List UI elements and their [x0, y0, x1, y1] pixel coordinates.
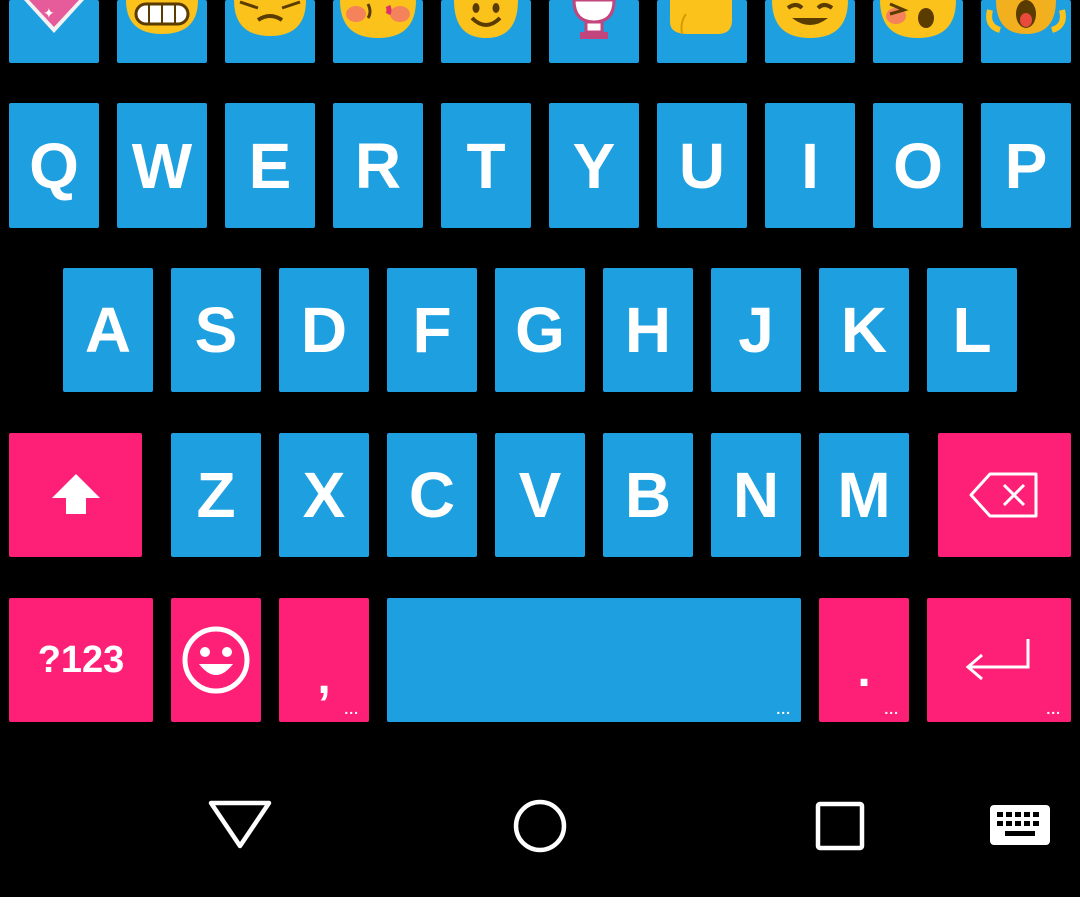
key-l[interactable]: L: [927, 268, 1017, 392]
home-circle-icon: [513, 799, 567, 853]
back-triangle-icon: [208, 800, 272, 849]
key-p[interactable]: P: [981, 103, 1071, 228]
key-x[interactable]: X: [279, 433, 369, 557]
grimacing-face-emoji-icon: [126, 0, 198, 34]
key-q[interactable]: Q: [9, 103, 99, 228]
emoji-key[interactable]: [171, 598, 261, 722]
recents-button[interactable]: [812, 798, 868, 854]
kissing-face-emoji-icon: [340, 0, 416, 38]
key-k[interactable]: K: [819, 268, 909, 392]
key-h[interactable]: H: [603, 268, 693, 392]
keyboard-icon: [990, 805, 1050, 845]
key-n[interactable]: N: [711, 433, 801, 557]
emoji-key-9[interactable]: [873, 0, 963, 63]
key-j[interactable]: J: [711, 268, 801, 392]
key-u[interactable]: U: [657, 103, 747, 228]
more-keys-indicator: ...: [776, 701, 791, 717]
back-button[interactable]: [204, 796, 276, 854]
emoji-key-5[interactable]: [441, 0, 531, 63]
key-i[interactable]: I: [765, 103, 855, 228]
raised-hand-emoji-icon: [670, 0, 732, 35]
key-a[interactable]: A: [63, 268, 153, 392]
more-keys-indicator: ...: [884, 701, 899, 717]
emoji-key-7[interactable]: [657, 0, 747, 63]
space-bar[interactable]: ...: [387, 598, 801, 722]
delete-key[interactable]: [938, 433, 1071, 557]
emoji-key-3[interactable]: [225, 0, 315, 63]
shift-icon: [51, 474, 100, 514]
key-s[interactable]: S: [171, 268, 261, 392]
grinning-face-emoji-icon: [772, 0, 848, 38]
key-v[interactable]: V: [495, 433, 585, 557]
enter-icon: [965, 639, 1030, 681]
enter-key[interactable]: ...: [927, 598, 1071, 722]
key-y[interactable]: Y: [549, 103, 639, 228]
confounded-face-emoji-icon: [880, 0, 956, 38]
period-key[interactable]: . ...: [819, 598, 909, 722]
svg-text:✦: ✦: [43, 6, 55, 22]
comma-label: ,: [317, 650, 331, 704]
home-button[interactable]: [510, 796, 570, 856]
key-g[interactable]: G: [495, 268, 585, 392]
key-z[interactable]: Z: [171, 433, 261, 557]
key-e[interactable]: E: [225, 103, 315, 228]
period-label: .: [857, 643, 871, 697]
emoji-key-4[interactable]: [333, 0, 423, 63]
key-b[interactable]: B: [603, 433, 693, 557]
sparkling-heart-emoji-icon: ✦: [24, 0, 84, 33]
key-c[interactable]: C: [387, 433, 477, 557]
comma-key[interactable]: , ...: [279, 598, 369, 722]
symbols-key[interactable]: ?123: [9, 598, 153, 722]
shift-key[interactable]: [9, 433, 142, 557]
key-m[interactable]: M: [819, 433, 909, 557]
key-d[interactable]: D: [279, 268, 369, 392]
keyboard-switch-button[interactable]: [987, 802, 1053, 850]
key-t[interactable]: T: [441, 103, 531, 228]
key-r[interactable]: R: [333, 103, 423, 228]
emoji-key-6[interactable]: [549, 0, 639, 63]
smiling-face-emoji-icon: [454, 0, 518, 38]
emoji-key-10[interactable]: [981, 0, 1071, 63]
key-o[interactable]: O: [873, 103, 963, 228]
key-f[interactable]: F: [387, 268, 477, 392]
key-w[interactable]: W: [117, 103, 207, 228]
recents-square-icon: [815, 801, 865, 851]
emoji-key-1[interactable]: ✦: [9, 0, 99, 63]
emoji-key-8[interactable]: [765, 0, 855, 63]
more-keys-indicator: ...: [1046, 701, 1061, 717]
screaming-face-emoji-icon: [986, 0, 1066, 34]
smiley-icon: [182, 626, 250, 694]
more-keys-indicator: ...: [344, 701, 359, 717]
unamused-face-emoji-icon: [234, 0, 306, 36]
crystal-ball-emoji-icon: [572, 0, 616, 39]
emoji-key-2[interactable]: [117, 0, 207, 63]
backspace-icon: [969, 472, 1037, 518]
